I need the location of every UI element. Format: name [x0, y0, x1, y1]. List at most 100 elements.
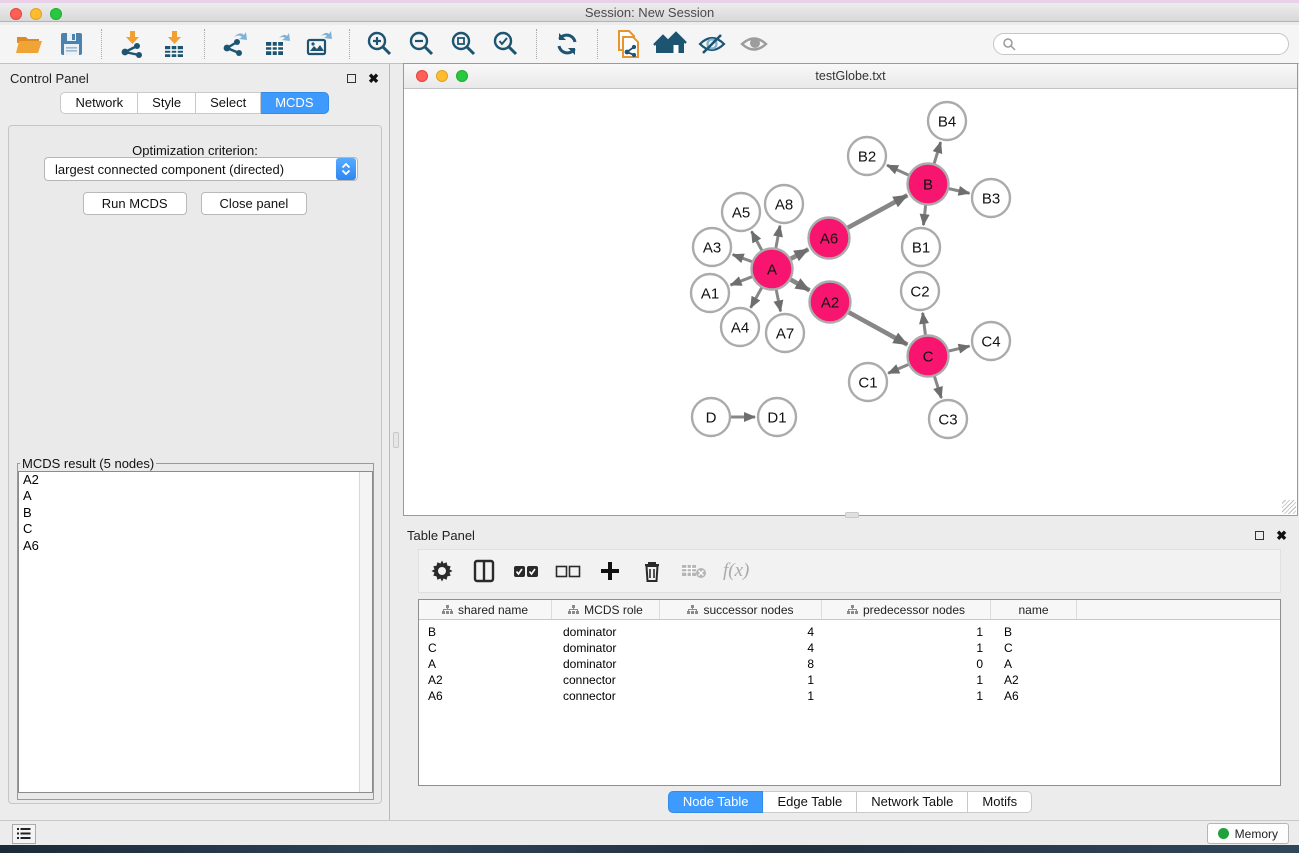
result-item[interactable]: B: [19, 505, 372, 521]
table-cell[interactable]: dominator: [552, 641, 660, 655]
export-image-icon[interactable]: [300, 27, 338, 61]
table-cell[interactable]: A6: [991, 689, 1077, 703]
table-cell[interactable]: 8: [660, 657, 822, 671]
hide-panels-icon[interactable]: [693, 27, 731, 61]
table-cell[interactable]: 1: [822, 689, 991, 703]
column-visibility-icon[interactable]: [471, 554, 497, 588]
tab-network[interactable]: Network: [60, 92, 138, 114]
result-scrollbar[interactable]: [359, 472, 372, 792]
table-cell[interactable]: connector: [552, 673, 660, 687]
graph-node-D[interactable]: D: [692, 398, 730, 436]
table-cell[interactable]: 1: [822, 625, 991, 639]
graph-node-A6[interactable]: A6: [809, 218, 850, 259]
import-table-icon[interactable]: [155, 27, 193, 61]
table-cell[interactable]: C: [419, 641, 552, 655]
memory-button[interactable]: Memory: [1207, 823, 1289, 844]
graph-node-A4[interactable]: A4: [721, 308, 759, 346]
table-cell[interactable]: A: [419, 657, 552, 671]
duplicate-network-icon[interactable]: [609, 27, 647, 61]
table-cell[interactable]: A: [991, 657, 1077, 671]
window-resize-grip[interactable]: [1282, 500, 1296, 514]
network-overview-icon[interactable]: [651, 27, 689, 61]
graph-node-B1[interactable]: B1: [902, 228, 940, 266]
deselect-all-icon[interactable]: [555, 554, 581, 588]
table-cell[interactable]: 1: [822, 641, 991, 655]
column-header-shared-name[interactable]: shared name: [419, 600, 552, 619]
maximize-network-button[interactable]: [456, 70, 468, 82]
float-table-panel-icon[interactable]: [1255, 531, 1264, 540]
graph-node-C3[interactable]: C3: [929, 400, 967, 438]
table-cell[interactable]: dominator: [552, 657, 660, 671]
add-icon[interactable]: [597, 554, 623, 588]
table-cell[interactable]: B: [991, 625, 1077, 639]
splitter-handle-bottom[interactable]: [845, 512, 859, 518]
minimize-window-button[interactable]: [30, 8, 42, 20]
graph-node-A8[interactable]: A8: [765, 185, 803, 223]
export-table-icon[interactable]: [258, 27, 296, 61]
maximize-window-button[interactable]: [50, 8, 62, 20]
graph-node-A1[interactable]: A1: [691, 274, 729, 312]
table-row[interactable]: Adominator80A: [419, 656, 1280, 672]
close-window-button[interactable]: [10, 8, 22, 20]
graph-node-B[interactable]: B: [908, 164, 949, 205]
graph-node-B4[interactable]: B4: [928, 102, 966, 140]
delete-trash-icon[interactable]: [639, 554, 665, 588]
column-header-name[interactable]: name: [991, 600, 1077, 619]
show-panels-icon[interactable]: [735, 27, 773, 61]
table-cell[interactable]: A2: [419, 673, 552, 687]
open-file-icon[interactable]: [10, 27, 48, 61]
zoom-in-icon[interactable]: [361, 27, 399, 61]
mcds-result-list[interactable]: A2ABCA6: [18, 471, 373, 793]
table-tab-node-table[interactable]: Node Table: [668, 791, 764, 813]
column-header-predecessor-nodes[interactable]: predecessor nodes: [822, 600, 991, 619]
graph-node-B3[interactable]: B3: [972, 179, 1010, 217]
table-cell[interactable]: A2: [991, 673, 1077, 687]
select-all-icon[interactable]: [513, 554, 539, 588]
table-row[interactable]: Cdominator41C: [419, 640, 1280, 656]
graph-node-D1[interactable]: D1: [758, 398, 796, 436]
column-header-MCDS-role[interactable]: MCDS role: [552, 600, 660, 619]
tab-select[interactable]: Select: [196, 92, 261, 114]
network-graph[interactable]: AA1A2A3A4A5A6A7A8BB1B2B3B4CC1C2C3C4DD1: [404, 89, 1297, 515]
graph-node-A5[interactable]: A5: [722, 193, 760, 231]
close-panel-button[interactable]: Close panel: [201, 192, 308, 215]
graph-node-A[interactable]: A: [752, 249, 793, 290]
table-row[interactable]: Bdominator41B: [419, 624, 1280, 640]
result-item[interactable]: A2: [19, 472, 372, 488]
table-cell[interactable]: 0: [822, 657, 991, 671]
table-tab-edge-table[interactable]: Edge Table: [763, 791, 857, 813]
table-cell[interactable]: 1: [660, 673, 822, 687]
result-item[interactable]: A6: [19, 538, 372, 554]
table-cell[interactable]: dominator: [552, 625, 660, 639]
node-table[interactable]: shared nameMCDS rolesuccessor nodesprede…: [418, 599, 1281, 786]
result-item[interactable]: A: [19, 488, 372, 504]
run-mcds-button[interactable]: Run MCDS: [83, 192, 187, 215]
search-input[interactable]: [1021, 37, 1280, 51]
optimization-dropdown[interactable]: largest connected component (directed): [44, 157, 358, 181]
graph-node-A3[interactable]: A3: [693, 228, 731, 266]
close-network-button[interactable]: [416, 70, 428, 82]
table-cell[interactable]: 1: [822, 673, 991, 687]
table-cell[interactable]: 4: [660, 625, 822, 639]
table-cell[interactable]: 1: [660, 689, 822, 703]
graph-node-A2[interactable]: A2: [810, 282, 851, 323]
minimize-network-button[interactable]: [436, 70, 448, 82]
zoom-fit-icon[interactable]: [445, 27, 483, 61]
zoom-out-icon[interactable]: [403, 27, 441, 61]
task-history-button[interactable]: [12, 824, 36, 844]
graph-node-A7[interactable]: A7: [766, 314, 804, 352]
settings-gear-icon[interactable]: [429, 554, 455, 588]
column-header-successor-nodes[interactable]: successor nodes: [660, 600, 822, 619]
tab-mcds[interactable]: MCDS: [261, 92, 328, 114]
graph-node-C[interactable]: C: [908, 336, 949, 377]
table-cell[interactable]: C: [991, 641, 1077, 655]
close-panel-icon[interactable]: ✖: [368, 74, 379, 83]
table-tab-network-table[interactable]: Network Table: [857, 791, 968, 813]
graph-node-C1[interactable]: C1: [849, 363, 887, 401]
table-cell[interactable]: connector: [552, 689, 660, 703]
table-tab-motifs[interactable]: Motifs: [968, 791, 1032, 813]
graph-node-C4[interactable]: C4: [972, 322, 1010, 360]
graph-node-B2[interactable]: B2: [848, 137, 886, 175]
zoom-selected-icon[interactable]: [487, 27, 525, 61]
network-canvas[interactable]: AA1A2A3A4A5A6A7A8BB1B2B3B4CC1C2C3C4DD1: [404, 89, 1297, 515]
